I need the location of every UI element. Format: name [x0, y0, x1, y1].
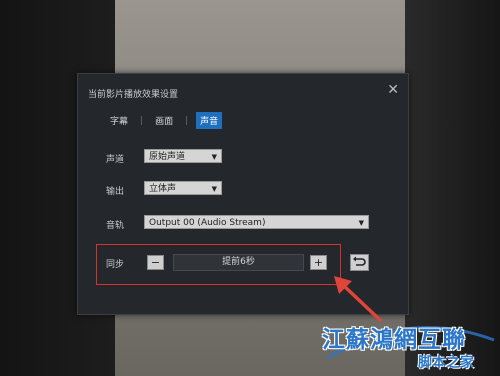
reset-sync-button[interactable]: [350, 254, 369, 271]
channel-label: 声道: [106, 155, 125, 165]
tab-audio[interactable]: 声音: [196, 112, 223, 129]
chevron-down-icon: ▼: [358, 219, 364, 227]
undo-icon: [353, 256, 366, 266]
track-select[interactable]: Output 00 (Audio Stream) ▼: [144, 215, 369, 229]
track-select-value: Output 00 (Audio Stream): [149, 218, 266, 228]
sync-value-display: 提前6秒: [173, 254, 304, 271]
tab-separator: |: [185, 115, 189, 126]
output-label: 输出: [106, 187, 125, 197]
sync-decrease-button[interactable]: −: [147, 255, 164, 270]
chevron-down-icon: ▼: [211, 185, 217, 193]
tab-picture[interactable]: 画面: [151, 112, 177, 129]
watermark-text-primary: 江蘇鴻網互聯: [322, 327, 466, 353]
channel-select[interactable]: 原始声道 ▼: [144, 149, 222, 163]
channel-select-value: 原始声道: [149, 152, 186, 162]
watermark-logo: 江蘇鴻網互聯 脚本之家: [318, 318, 500, 376]
output-select[interactable]: 立体声 ▼: [144, 181, 222, 195]
dialog-title: 当前影片播放效果设置: [88, 90, 179, 100]
watermark-text-secondary: 脚本之家: [418, 355, 474, 371]
sync-label: 同步: [106, 260, 125, 270]
tab-subtitle[interactable]: 字幕: [106, 112, 132, 129]
chevron-down-icon: ▼: [211, 153, 217, 161]
tab-separator: |: [140, 115, 144, 126]
settings-tabs: 字幕 | 画面 | 声音: [106, 112, 223, 129]
sync-increase-button[interactable]: +: [310, 255, 327, 270]
track-label: 音轨: [106, 221, 125, 231]
close-icon[interactable]: ✕: [387, 82, 399, 98]
output-select-value: 立体声: [149, 184, 177, 194]
